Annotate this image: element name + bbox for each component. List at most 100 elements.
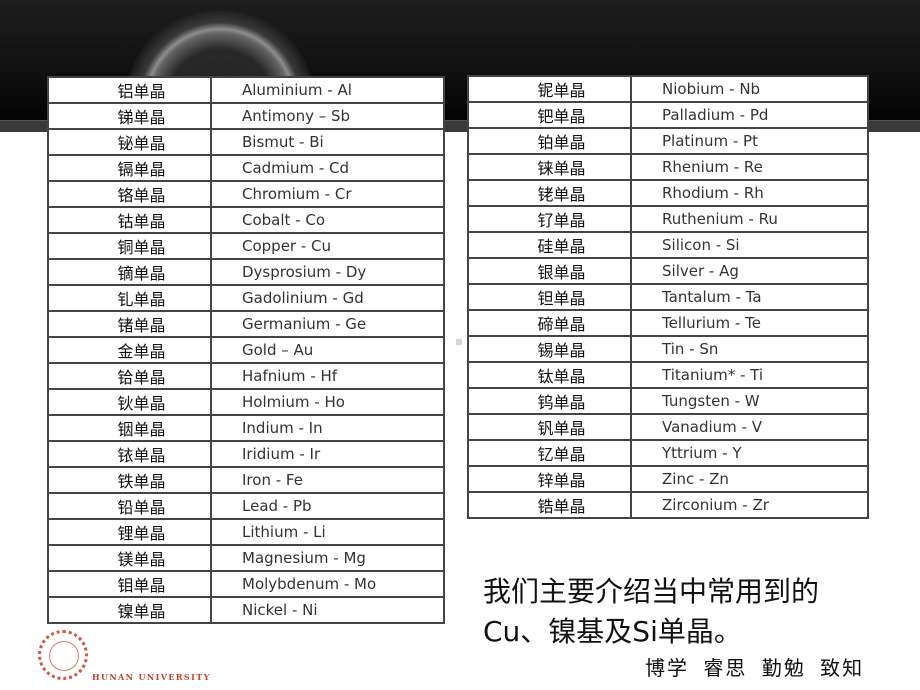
element-english-name: Germanium - Ge xyxy=(210,310,445,338)
element-english-name: Zinc - Zn xyxy=(630,465,869,493)
table-row: 钛单晶 Titanium* - Ti xyxy=(467,361,869,389)
element-english-name: Lead - Pb xyxy=(210,492,445,520)
crystal-chinese-name: 钛单晶 xyxy=(467,361,632,389)
element-english-name: Magnesium - Mg xyxy=(210,544,445,572)
crystal-chinese-name: 铬单晶 xyxy=(47,180,212,208)
element-english-name: Ruthenium - Ru xyxy=(630,205,869,233)
table-row: 铑单晶 Rhodium - Rh xyxy=(467,179,869,207)
element-english-name: Bismut - Bi xyxy=(210,128,445,156)
element-english-name: Rhodium - Rh xyxy=(630,179,869,207)
table-row: 铋单晶 Bismut - Bi xyxy=(47,128,445,156)
element-english-name: Indium - In xyxy=(210,414,445,442)
table-row: 铪单晶 Hafnium - Hf xyxy=(47,362,445,390)
element-english-name: Gold – Au xyxy=(210,336,445,364)
table-row: 铌单晶 Niobium - Nb xyxy=(467,75,869,103)
table-row: 钒单晶 Vanadium - V xyxy=(467,413,869,441)
summary-note-line2: Cu、镍基及Si单晶。 xyxy=(483,615,742,648)
crystal-chinese-name: 钒单晶 xyxy=(467,413,632,441)
table-row: 锡单晶 Tin - Sn xyxy=(467,335,869,363)
crystal-chinese-name: 镝单晶 xyxy=(47,258,212,286)
table-row: 碲单晶 Tellurium - Te xyxy=(467,309,869,337)
slide-marker xyxy=(456,339,462,345)
crystal-chinese-name: 铟单晶 xyxy=(47,414,212,442)
university-seal-icon xyxy=(38,630,88,680)
crystal-chinese-name: 锡单晶 xyxy=(467,335,632,363)
crystal-chinese-name: 镉单晶 xyxy=(47,154,212,182)
crystal-chinese-name: 铱单晶 xyxy=(47,440,212,468)
element-english-name: Tungsten - W xyxy=(630,387,869,415)
element-english-name: Molybdenum - Mo xyxy=(210,570,445,598)
table-row: 铟单晶 Indium - In xyxy=(47,414,445,442)
table-row: 金单晶 Gold – Au xyxy=(47,336,445,364)
table-row: 铜单晶 Copper - Cu xyxy=(47,232,445,260)
element-english-name: Iridium - Ir xyxy=(210,440,445,468)
crystal-chinese-name: 碲单晶 xyxy=(467,309,632,337)
crystal-chinese-name: 钴单晶 xyxy=(47,206,212,234)
crystal-chinese-name: 钌单晶 xyxy=(467,205,632,233)
table-row: 锂单晶 Lithium - Li xyxy=(47,518,445,546)
crystal-chinese-name: 钇单晶 xyxy=(467,439,632,467)
crystal-chinese-name: 硅单晶 xyxy=(467,231,632,259)
crystal-chinese-name: 铌单晶 xyxy=(467,75,632,103)
table-row: 钆单晶 Gadolinium - Gd xyxy=(47,284,445,312)
table-row: 钇单晶 Yttrium - Y xyxy=(467,439,869,467)
crystal-chinese-name: 锂单晶 xyxy=(47,518,212,546)
crystal-chinese-name: 铝单晶 xyxy=(47,76,212,104)
crystal-chinese-name: 锑单晶 xyxy=(47,102,212,130)
element-english-name: Lithium - Li xyxy=(210,518,445,546)
crystal-chinese-name: 锗单晶 xyxy=(47,310,212,338)
table-row: 钬单晶 Holmium - Ho xyxy=(47,388,445,416)
table-row: 锗单晶 Germanium - Ge xyxy=(47,310,445,338)
summary-note: 我们主要介绍当中常用到的 Cu、镍基及Si单晶。 xyxy=(483,572,883,652)
table-row: 铂单晶 Platinum - Pt xyxy=(467,127,869,155)
crystal-chinese-name: 铅单晶 xyxy=(47,492,212,520)
table-row: 铬单晶 Chromium - Cr xyxy=(47,180,445,208)
crystal-chinese-name: 钨单晶 xyxy=(467,387,632,415)
table-row: 钌单晶 Ruthenium - Ru xyxy=(467,205,869,233)
crystal-chinese-name: 铋单晶 xyxy=(47,128,212,156)
single-crystal-table-left: 铝单晶 Aluminium - Al 锑单晶 Antimony – Sb 铋单晶 Bism… xyxy=(47,76,445,624)
element-english-name: Antimony – Sb xyxy=(210,102,445,130)
element-english-name: Gadolinium - Gd xyxy=(210,284,445,312)
crystal-chinese-name: 钬单晶 xyxy=(47,388,212,416)
table-row: 铅单晶 Lead - Pb xyxy=(47,492,445,520)
element-english-name: Cadmium - Cd xyxy=(210,154,445,182)
crystal-chinese-name: 铼单晶 xyxy=(467,153,632,181)
crystal-chinese-name: 钼单晶 xyxy=(47,570,212,598)
table-row: 铱单晶 Iridium - Ir xyxy=(47,440,445,468)
table-row: 镍单晶 Nickel - Ni xyxy=(47,596,445,624)
element-english-name: Tellurium - Te xyxy=(630,309,869,337)
element-english-name: Vanadium - V xyxy=(630,413,869,441)
crystal-chinese-name: 银单晶 xyxy=(467,257,632,285)
element-english-name: Silver - Ag xyxy=(630,257,869,285)
element-english-name: Holmium - Ho xyxy=(210,388,445,416)
table-row: 钴单晶 Cobalt - Co xyxy=(47,206,445,234)
element-english-name: Platinum - Pt xyxy=(630,127,869,155)
element-english-name: Yttrium - Y xyxy=(630,439,869,467)
element-english-name: Aluminium - Al xyxy=(210,76,445,104)
table-row: 锑单晶 Antimony – Sb xyxy=(47,102,445,130)
element-english-name: Tin - Sn xyxy=(630,335,869,363)
element-english-name: Dysprosium - Dy xyxy=(210,258,445,286)
crystal-chinese-name: 铂单晶 xyxy=(467,127,632,155)
university-motto: 博学 睿思 勤勉 致知 xyxy=(645,656,865,680)
element-english-name: Hafnium - Hf xyxy=(210,362,445,390)
crystal-chinese-name: 钆单晶 xyxy=(47,284,212,312)
table-row: 镁单晶 Magnesium - Mg xyxy=(47,544,445,572)
element-english-name: Silicon - Si xyxy=(630,231,869,259)
table-row: 铼单晶 Rhenium - Re xyxy=(467,153,869,181)
crystal-chinese-name: 锌单晶 xyxy=(467,465,632,493)
crystal-chinese-name: 钯单晶 xyxy=(467,101,632,129)
table-row: 银单晶 Silver - Ag xyxy=(467,257,869,285)
element-english-name: Chromium - Cr xyxy=(210,180,445,208)
element-english-name: Nickel - Ni xyxy=(210,596,445,624)
crystal-chinese-name: 铜单晶 xyxy=(47,232,212,260)
element-english-name: Titanium* - Ti xyxy=(630,361,869,389)
crystal-chinese-name: 镍单晶 xyxy=(47,596,212,624)
table-row: 钼单晶 Molybdenum - Mo xyxy=(47,570,445,598)
seal-inner-ring xyxy=(49,641,79,671)
element-english-name: Iron - Fe xyxy=(210,466,445,494)
element-english-name: Copper - Cu xyxy=(210,232,445,260)
crystal-chinese-name: 锆单晶 xyxy=(467,491,632,519)
table-row: 锆单晶 Zirconium - Zr xyxy=(467,491,869,519)
